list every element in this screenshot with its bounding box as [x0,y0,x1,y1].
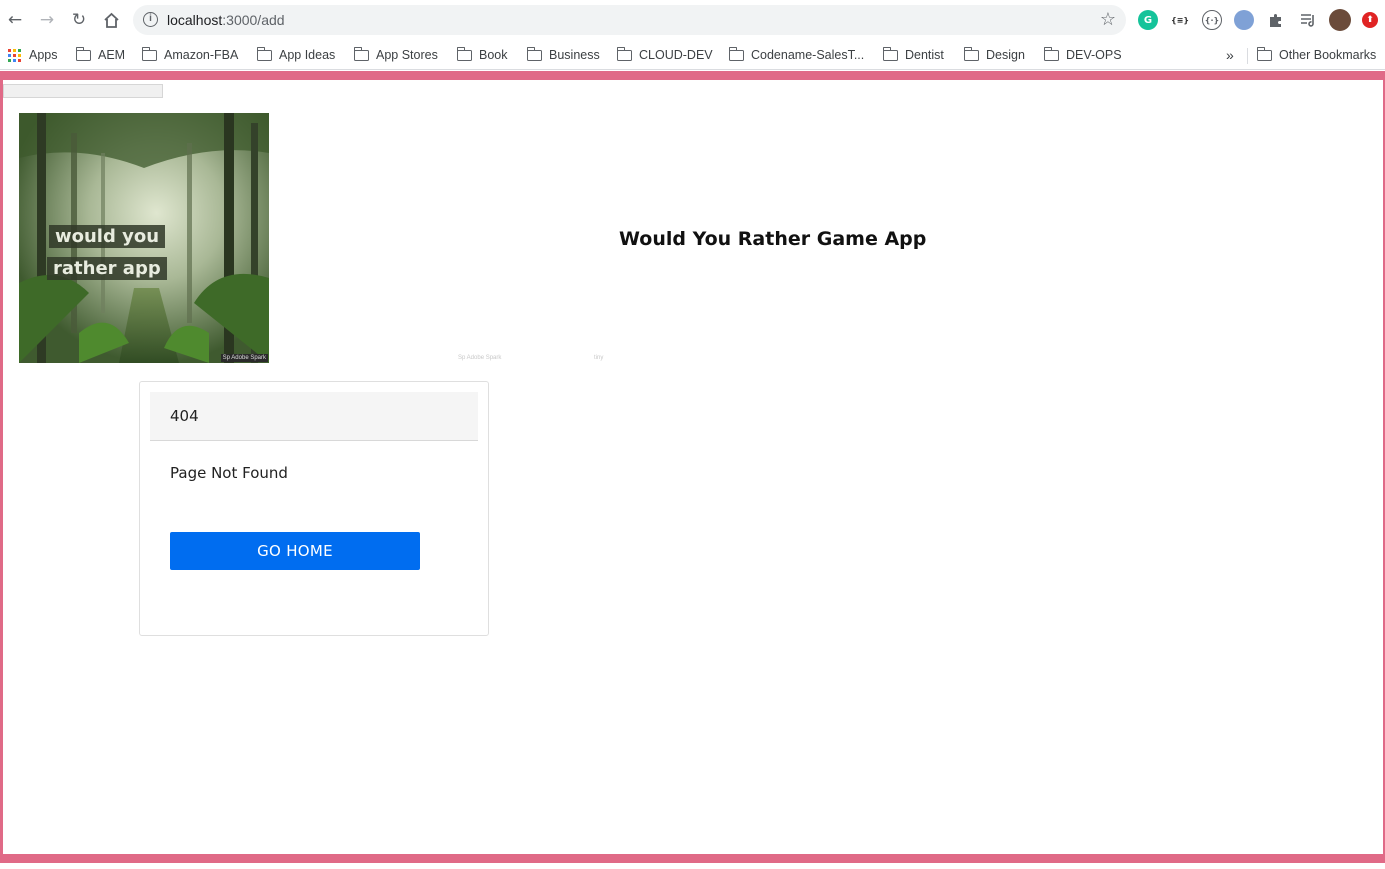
bookmark-label: CLOUD-DEV [639,48,713,62]
bookmark-folder-codename-sales[interactable]: Codename-SalesT... [728,45,865,65]
folder-icon [256,46,272,61]
bookmark-folder-design[interactable]: Design [963,45,1025,65]
reload-icon[interactable]: ↻ [68,9,90,31]
grammarly-icon[interactable]: G [1138,10,1158,30]
folder-icon [882,46,898,61]
hero-text-line-1: would you [49,225,166,248]
apps-grid-icon [8,48,21,62]
folder-icon [616,46,632,61]
extensions-puzzle-icon[interactable] [1265,9,1287,31]
code-glyph: {·} [1204,15,1220,25]
address-bar[interactable]: i localhost:3000/add ☆ [133,5,1126,35]
url-path: :3000/add [222,12,285,28]
json-viewer-icon[interactable]: {≡} [1170,10,1190,30]
bookmark-other-bookmarks[interactable]: Other Bookmarks [1256,45,1377,65]
faint-watermark-2: tiny [594,355,604,361]
bookmark-folder-dentist[interactable]: Dentist [882,45,944,65]
bookmark-folder-dev-ops[interactable]: DEV-OPS [1043,45,1122,65]
error-code: 404 [170,407,199,425]
back-icon[interactable]: ← [4,9,26,31]
profile-avatar[interactable] [1329,9,1351,31]
folder-icon [1256,46,1272,61]
loading-bar [3,84,163,98]
bookmark-folder-app-stores[interactable]: App Stores [353,45,438,65]
grammarly-glyph: G [1143,14,1153,26]
bookmarks-overflow-chevron-icon[interactable]: » [1226,45,1234,65]
app-logo-image: would you rather app Sp Adobe Spark [19,113,269,363]
bookmark-label: DEV-OPS [1066,48,1122,62]
forward-icon[interactable]: → [36,9,58,31]
not-found-card: 404 Page Not Found GO HOME [139,381,489,636]
image-watermark: Sp Adobe Spark [220,354,268,362]
bookmark-folder-aem[interactable]: AEM [75,45,126,65]
folder-icon [526,46,542,61]
overflow-label: » [1226,47,1234,63]
folder-icon [728,46,744,61]
json-glyph: {≡} [1170,15,1190,25]
hero-text-line-2: rather app [47,257,167,280]
page-viewport: would you rather app Sp Adobe Spark Woul… [0,71,1385,869]
home-icon[interactable] [100,9,122,31]
bookmark-folder-cloud-dev[interactable]: CLOUD-DEV [616,45,713,65]
bookmark-folder-book[interactable]: Book [456,45,508,65]
blue-extension-icon[interactable] [1234,10,1254,30]
bookmark-label: Amazon-FBA [164,48,239,62]
bookmarks-separator [1247,48,1248,64]
bookmark-apps[interactable]: Apps [8,45,58,65]
error-message: Page Not Found [170,464,288,482]
folder-icon [141,46,157,61]
bookmark-label: Business [549,48,600,62]
folder-icon [963,46,979,61]
bookmark-label: Design [986,48,1025,62]
folder-icon [75,46,91,61]
bookmark-label: App Ideas [279,48,336,62]
url-host: localhost [167,12,223,28]
bookmark-label: Other Bookmarks [1279,48,1377,62]
faint-watermark-1: Sp Adobe Spark [458,355,502,361]
bookmark-folder-business[interactable]: Business [526,45,600,65]
browser-toolbar: ← → ↻ i localhost:3000/add ☆ G {≡} {·} ⬆ [0,0,1385,40]
url-text[interactable]: localhost:3000/add [167,12,285,28]
app-title: Would You Rather Game App [619,228,927,250]
bookmark-label: AEM [98,48,126,62]
red-ext-glyph: ⬆ [1366,15,1374,25]
bookmark-label: Dentist [905,48,944,62]
bookmark-label: Codename-SalesT... [751,48,865,62]
folder-icon [456,46,472,61]
go-home-button[interactable]: GO HOME [170,532,420,570]
bookmarks-bar: Apps AEM Amazon-FBA App Ideas App Stores… [0,40,1385,70]
folder-icon [353,46,369,61]
bookmark-star-icon[interactable]: ☆ [1100,9,1116,30]
card-header: 404 [150,392,478,441]
red-extension-icon[interactable]: ⬆ [1362,12,1378,28]
bookmark-label: Book [479,48,508,62]
folder-icon [1043,46,1059,61]
bookmark-label: App Stores [376,48,438,62]
bookmark-folder-amazon-fba[interactable]: Amazon-FBA [141,45,239,65]
code-extension-icon[interactable]: {·} [1202,10,1222,30]
bookmark-label: Apps [29,48,58,62]
reading-list-icon[interactable] [1297,9,1319,31]
site-info-icon[interactable]: i [143,12,158,27]
bookmark-folder-app-ideas[interactable]: App Ideas [256,45,336,65]
